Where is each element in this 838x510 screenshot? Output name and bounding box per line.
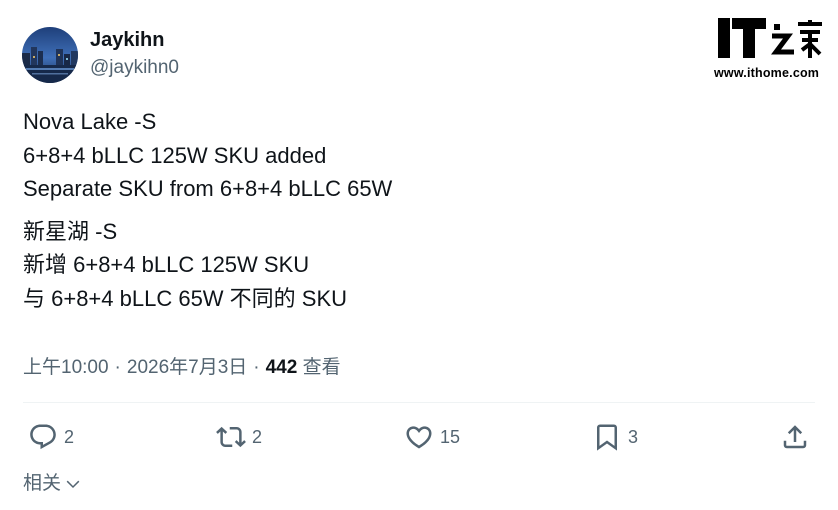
meta-separator: · bbox=[253, 357, 260, 378]
divider bbox=[23, 402, 815, 403]
views-label: 查看 bbox=[302, 357, 341, 378]
views-count: 442 bbox=[265, 357, 298, 378]
post-line: 与 6+8+4 bLLC 65W 不同的 SKU bbox=[23, 285, 348, 311]
related-toggle[interactable]: 相关 bbox=[23, 468, 82, 495]
reply-button[interactable]: 2 bbox=[28, 420, 74, 454]
like-button[interactable]: 15 bbox=[404, 420, 460, 454]
reply-count: 2 bbox=[64, 426, 75, 447]
meta-separator: · bbox=[114, 357, 121, 378]
repost-count: 2 bbox=[252, 426, 263, 447]
post-line: 新星湖 -S bbox=[23, 218, 118, 244]
bookmark-count: 3 bbox=[628, 426, 639, 447]
related-label: 相关 bbox=[23, 473, 62, 494]
post-date[interactable]: 2026年7月3日 bbox=[127, 357, 247, 378]
bookmark-icon bbox=[597, 424, 617, 451]
post-paragraph-chinese: 新星湖 -S 新增 6+8+4 bLLC 125W SKU 与 6+8+4 bL… bbox=[23, 215, 803, 316]
city-night-avatar-icon bbox=[22, 27, 78, 83]
post-text: Nova Lake -S 6+8+4 bLLC 125W SKU added S… bbox=[23, 105, 803, 315]
ithome-watermark: www.ithome.com bbox=[714, 14, 828, 82]
ithome-url: www.ithome.com bbox=[714, 66, 820, 80]
share-icon bbox=[783, 425, 807, 449]
chevron-down-icon bbox=[66, 480, 80, 488]
author-display-name[interactable]: Jaykihn bbox=[90, 29, 164, 52]
ithome-logo-icon bbox=[718, 18, 822, 58]
reply-icon bbox=[30, 424, 56, 450]
repost-icon bbox=[216, 426, 246, 448]
post-paragraph-english: Nova Lake -S 6+8+4 bLLC 125W SKU added S… bbox=[23, 105, 803, 206]
bookmark-button[interactable]: 3 bbox=[592, 420, 638, 454]
post-line: Nova Lake -S bbox=[23, 109, 157, 134]
post-time[interactable]: 上午10:00 bbox=[23, 357, 109, 378]
post-line: Separate SKU from 6+8+4 bLLC 65W bbox=[23, 176, 393, 201]
like-count: 15 bbox=[440, 426, 461, 447]
author-avatar[interactable] bbox=[22, 27, 78, 83]
share-button[interactable] bbox=[780, 420, 810, 454]
repost-button[interactable]: 2 bbox=[216, 420, 262, 454]
author-handle[interactable]: @jaykihn0 bbox=[90, 57, 179, 79]
post-line: 6+8+4 bLLC 125W SKU added bbox=[23, 142, 327, 168]
post-meta: 上午10:00 · 2026年7月3日 · 442 查看 bbox=[23, 352, 341, 379]
heart-icon bbox=[406, 426, 432, 449]
post-line: 新增 6+8+4 bLLC 125W SKU bbox=[23, 252, 310, 277]
